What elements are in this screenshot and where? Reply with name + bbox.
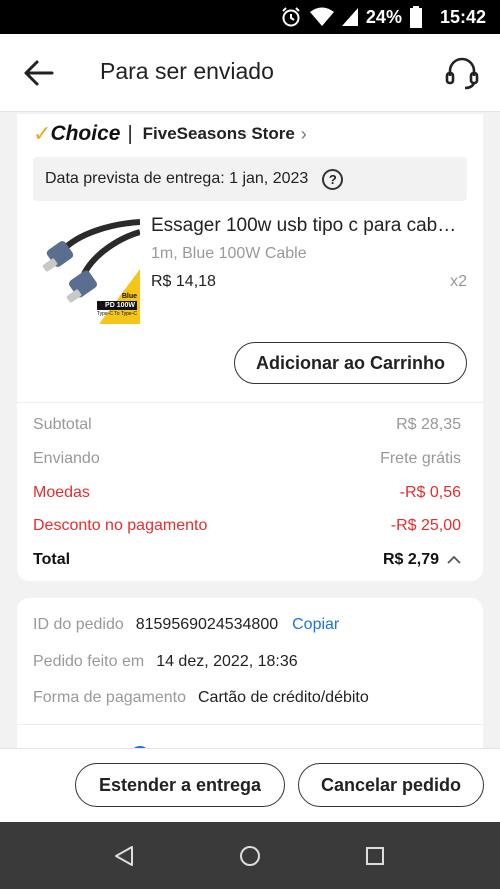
summary-row-payment-discount: Desconto no pagamento -R$ 25,00	[33, 517, 461, 535]
order-card: ✓ Choice | FiveSeasons Store › Data prev…	[17, 114, 483, 581]
battery-icon	[409, 6, 422, 28]
summary-label: Enviando	[33, 450, 100, 467]
summary-row-total[interactable]: Total R$ 2,79	[33, 551, 461, 569]
order-date-label: Pedido feito em	[33, 653, 145, 670]
summary-value: -R$ 0,56	[399, 484, 461, 501]
badge-subtitle: Type-C To Type-C	[96, 311, 137, 317]
wifi-icon	[309, 7, 334, 26]
add-to-cart-button[interactable]: Adicionar ao Carrinho	[234, 342, 467, 384]
cell-signal-icon	[341, 8, 358, 26]
payment-method-row: Forma de pagamento Cartão de crédito/déb…	[33, 689, 369, 707]
summary-value: R$ 28,35	[396, 416, 461, 433]
delivery-text: Data prevista de entrega: 1 jan, 2023	[45, 170, 309, 187]
summary-value: Frete grátis	[380, 450, 461, 467]
payment-method-label: Forma de pagamento	[33, 689, 186, 706]
status-bar: 24% 15:42	[0, 0, 500, 34]
choice-logo: ✓ Choice	[33, 121, 120, 147]
store-separator: |	[127, 122, 133, 145]
extend-delivery-button[interactable]: Estender a entrega	[75, 763, 285, 807]
customer-support-icon[interactable]	[443, 54, 481, 92]
summary-label: Desconto no pagamento	[33, 517, 208, 534]
order-id-value: 8159569024534800	[135, 616, 279, 633]
cancel-order-button[interactable]: Cancelar pedido	[298, 763, 484, 807]
choice-label: Choice	[50, 122, 121, 145]
nav-recents-icon[interactable]	[363, 844, 387, 868]
help-icon[interactable]: ?	[322, 168, 344, 190]
total-label: Total	[33, 551, 71, 568]
checkmark-icon: ✓	[33, 121, 52, 146]
back-arrow-icon[interactable]	[22, 58, 56, 88]
copy-link[interactable]: Copiar	[292, 616, 339, 634]
product-variant: 1m, Blue 100W Cable	[151, 245, 307, 262]
summary-value: -R$ 25,00	[390, 517, 461, 534]
page-title: Para ser enviado	[100, 58, 274, 84]
chevron-right-icon: ›	[300, 123, 307, 144]
badge-spec: PD 100W	[96, 301, 137, 310]
divider	[17, 724, 483, 725]
delivery-estimate: Data prevista de entrega: 1 jan, 2023 ?	[33, 157, 467, 201]
badge-color: Blue	[121, 293, 137, 300]
payment-method-value: Cartão de crédito/débito	[197, 689, 369, 706]
product-title[interactable]: Essager 100w usb tipo c para cab…	[151, 215, 471, 237]
product-quantity: x2	[450, 273, 467, 290]
summary-row-coins: Moedas -R$ 0,56	[33, 484, 461, 502]
nav-back-icon[interactable]	[112, 844, 136, 868]
divider	[17, 402, 483, 403]
order-date-row: Pedido feito em 14 dez, 2022, 18:36	[33, 653, 298, 671]
summary-row-subtotal: Subtotal R$ 28,35	[33, 416, 461, 434]
order-date-value: 14 dez, 2022, 18:36	[156, 653, 298, 670]
battery-percent: 24%	[365, 6, 402, 27]
store-row[interactable]: ✓ Choice | FiveSeasons Store ›	[33, 121, 307, 147]
summary-label: Subtotal	[33, 416, 92, 433]
nav-home-icon[interactable]	[238, 844, 262, 868]
order-id-label: ID do pedido	[33, 616, 124, 633]
product-image[interactable]: Blue PD 100W Type-C To Type-C	[39, 214, 140, 324]
alarm-icon	[282, 7, 300, 27]
product-price: R$ 14,18	[151, 273, 216, 290]
app-bar: Para ser enviado	[0, 34, 500, 112]
summary-row-shipping: Enviando Frete grátis	[33, 450, 461, 468]
order-details-card: ID do pedido 8159569024534800 Copiar Ped…	[17, 598, 483, 766]
chevron-up-icon[interactable]	[447, 555, 461, 565]
clock: 15:42	[439, 6, 486, 27]
summary-label: Moedas	[33, 484, 90, 501]
bottom-action-bar: Estender a entrega Cancelar pedido	[0, 748, 500, 822]
store-name[interactable]: FiveSeasons Store	[143, 124, 295, 144]
system-nav-bar	[0, 822, 500, 889]
total-value: R$ 2,79	[382, 551, 439, 568]
order-id-row: ID do pedido 8159569024534800 Copiar	[33, 616, 339, 634]
